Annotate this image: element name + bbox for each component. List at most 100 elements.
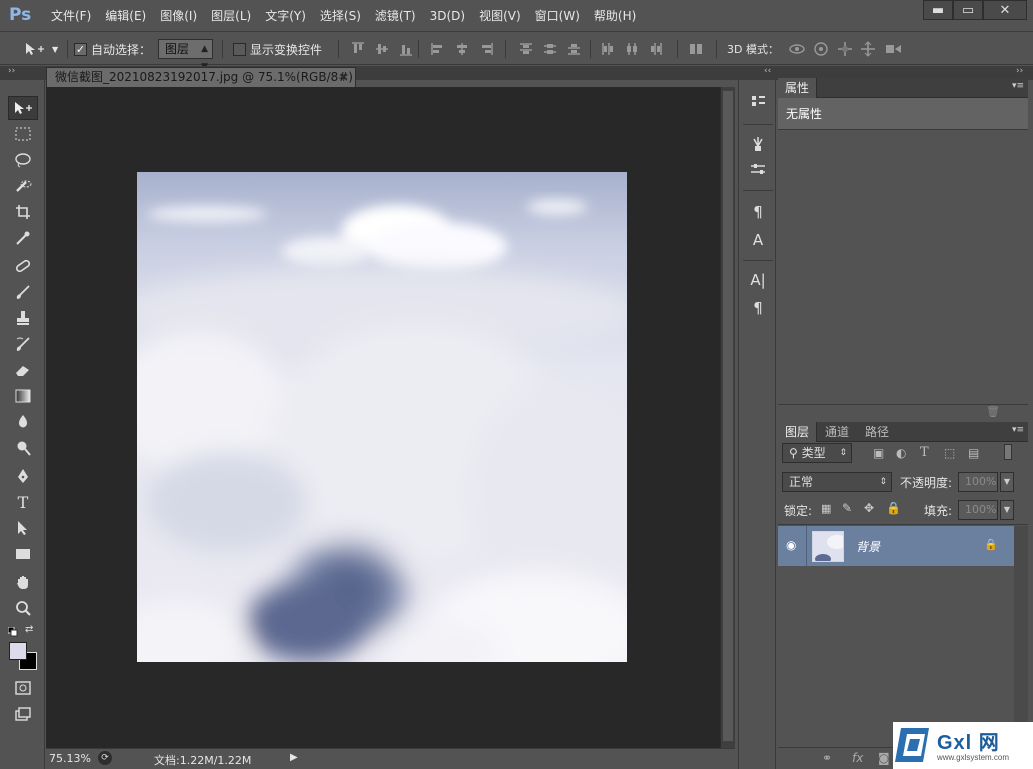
minimize-button[interactable]: ▬ [923, 0, 953, 20]
auto-select-target-dropdown[interactable]: 图层 ▲▼ [158, 39, 213, 72]
menu-edit[interactable]: 编辑(E) [98, 0, 153, 32]
blend-mode-dropdown[interactable]: 正常 ⇕ [782, 472, 892, 492]
3d-rotate-icon[interactable] [788, 41, 806, 57]
tab-properties[interactable]: 属性 [778, 78, 818, 98]
default-colors-icon[interactable] [7, 626, 18, 637]
smart-object-filter-icon[interactable]: ▤ [968, 446, 979, 460]
move-tool[interactable] [8, 96, 38, 120]
menu-3d[interactable]: 3D(D) [423, 0, 472, 32]
collapse-arrows-icon[interactable]: ›› [8, 66, 15, 76]
zoom-level[interactable]: 75.13% [49, 752, 91, 765]
menu-file[interactable]: 文件(F) [44, 0, 98, 32]
eyedropper-tool[interactable] [8, 226, 38, 250]
layer-name[interactable]: 背景 [856, 538, 880, 555]
distribute-bottom-icon[interactable] [566, 41, 582, 57]
status-menu-arrow-icon[interactable]: ▶ [290, 752, 298, 763]
type-tool[interactable]: T [8, 490, 38, 514]
layers-scrollbar[interactable] [1014, 526, 1028, 748]
pen-tool[interactable] [8, 464, 38, 488]
lock-transparent-icon[interactable]: ▦ [821, 502, 831, 515]
collapse-arrows-icon[interactable]: ‹‹ [764, 66, 771, 76]
opacity-field[interactable]: 100% [958, 472, 998, 492]
quick-mask-button[interactable] [8, 676, 38, 700]
crop-tool[interactable] [8, 200, 38, 224]
dodge-tool[interactable] [8, 436, 38, 460]
auto-align-layers-icon[interactable] [688, 41, 704, 57]
link-layers-icon[interactable]: ⚭ [822, 751, 832, 765]
tab-channels[interactable]: 通道 [818, 422, 856, 442]
3d-pan-icon[interactable] [837, 41, 853, 57]
spot-healing-brush-tool[interactable] [8, 254, 38, 278]
gradient-tool[interactable] [8, 384, 38, 408]
rectangle-tool[interactable] [8, 542, 38, 566]
menu-type[interactable]: 文字(Y) [258, 0, 313, 32]
swap-colors-icon[interactable]: ⇄ [25, 624, 33, 635]
panel-menu-icon[interactable]: ▾≡ [1012, 425, 1024, 435]
rectangular-marquee-tool[interactable] [8, 122, 38, 146]
move-tool-preset-picker[interactable]: ▼ [24, 33, 58, 65]
lock-image-icon[interactable]: ✎ [842, 501, 852, 515]
eraser-tool[interactable] [8, 358, 38, 382]
close-window-button[interactable]: ✕ [983, 0, 1027, 20]
brush-tool[interactable] [8, 280, 38, 304]
quick-selection-tool[interactable] [8, 174, 38, 198]
align-bottom-icon[interactable] [398, 41, 414, 57]
fill-field[interactable]: 100% [958, 500, 998, 520]
layer-row[interactable]: ◉ 背景 🔒 [778, 526, 1014, 566]
menu-filter[interactable]: 滤镜(T) [368, 0, 423, 32]
distribute-top-icon[interactable] [518, 41, 534, 57]
scrollbar-thumb[interactable] [723, 91, 733, 741]
lock-all-icon[interactable]: 🔒 [886, 501, 901, 515]
layer-filter-dropdown[interactable]: ⚲ 类型 ⇕ [782, 443, 852, 463]
distribute-vcenter-icon[interactable] [542, 41, 558, 57]
trash-icon[interactable]: 🗑 [986, 405, 1000, 418]
3d-slide-icon[interactable] [860, 41, 876, 57]
document-canvas-image[interactable] [137, 172, 627, 662]
opacity-slider-arrow-icon[interactable]: ▼ [1000, 472, 1014, 492]
adjustment-filter-icon[interactable]: ◐ [896, 446, 906, 460]
layer-effects-fx-icon[interactable]: fx [852, 751, 863, 765]
panel-menu-icon[interactable]: ▾≡ [1012, 81, 1024, 91]
menu-select[interactable]: 选择(S) [313, 0, 368, 32]
maximize-button[interactable]: ▭ [953, 0, 983, 20]
3d-roll-icon[interactable] [813, 41, 829, 57]
brush-settings-panel-icon[interactable] [748, 160, 768, 180]
blur-tool[interactable] [8, 410, 38, 434]
vertical-scrollbar[interactable] [720, 87, 735, 748]
distribute-hcenter-icon[interactable] [624, 41, 640, 57]
brush-presets-panel-icon[interactable] [748, 134, 768, 154]
status-info-icon[interactable]: ⟳ [98, 751, 112, 765]
close-document-icon[interactable]: × [339, 68, 349, 87]
distribute-left-icon[interactable] [600, 41, 616, 57]
3d-scale-icon[interactable] [884, 41, 904, 57]
align-hcenter-icon[interactable] [454, 41, 470, 57]
history-panel-icon[interactable] [748, 92, 768, 112]
foreground-color-swatch[interactable] [9, 642, 27, 660]
add-mask-icon[interactable]: ◙ [878, 751, 890, 765]
character-panel-icon[interactable]: A| [748, 270, 768, 290]
align-vcenter-icon[interactable] [374, 41, 390, 57]
menu-help[interactable]: 帮助(H) [587, 0, 643, 32]
tab-layers[interactable]: 图层 [778, 422, 818, 442]
shape-filter-icon[interactable]: ⬚ [944, 446, 955, 460]
history-brush-tool[interactable] [8, 332, 38, 356]
fill-slider-arrow-icon[interactable]: ▼ [1000, 500, 1014, 520]
menu-image[interactable]: 图像(I) [153, 0, 204, 32]
collapse-arrows-icon[interactable]: ›› [1016, 66, 1023, 76]
pixel-filter-icon[interactable]: ▣ [873, 446, 884, 460]
distribute-right-icon[interactable] [648, 41, 664, 57]
filter-toggle-icon[interactable] [1004, 444, 1012, 460]
type-filter-icon[interactable]: T [920, 445, 929, 460]
screen-mode-button[interactable] [8, 702, 38, 726]
align-left-icon[interactable] [430, 41, 446, 57]
clone-stamp-tool[interactable] [8, 306, 38, 330]
path-selection-tool[interactable] [8, 516, 38, 540]
paragraph-panel-icon[interactable]: ¶ [748, 298, 768, 318]
tab-paths[interactable]: 路径 [858, 422, 896, 442]
paragraph-styles-panel-icon[interactable]: ¶ [748, 202, 768, 222]
document-tab[interactable]: 微信截图_20210823192017.jpg @ 75.1%(RGB/8#) … [46, 67, 356, 103]
align-top-icon[interactable] [350, 41, 366, 57]
hand-tool[interactable] [8, 570, 38, 594]
show-transform-checkbox[interactable] [233, 42, 246, 56]
align-right-icon[interactable] [478, 41, 494, 57]
